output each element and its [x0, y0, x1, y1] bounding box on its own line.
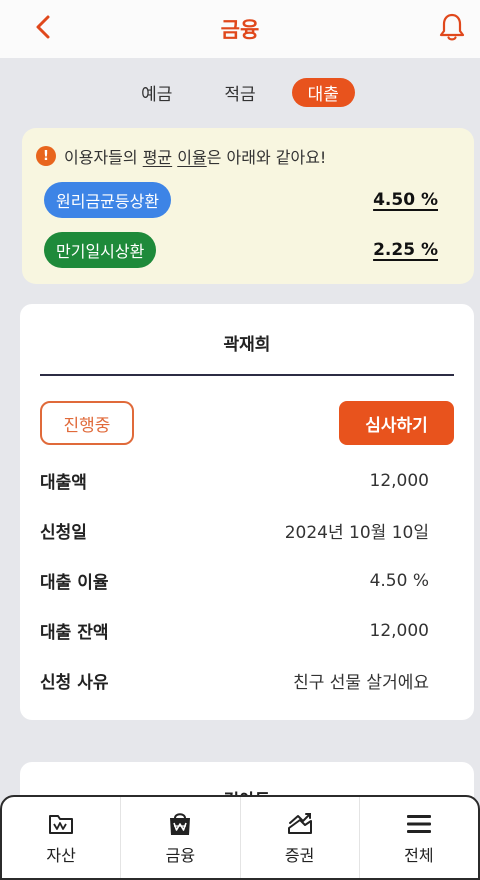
notification-button[interactable]: [436, 10, 468, 44]
detail-row-date: 신청일 2024년 10월 10일: [40, 518, 429, 543]
average-rate-value: 4.50 %: [373, 190, 438, 210]
detail-row-reason: 신청 사유 친구 선물 살거에요: [40, 668, 429, 693]
page-title: 금융: [220, 18, 260, 42]
nav-item-all[interactable]: 전체: [360, 797, 478, 878]
nav-item-assets[interactable]: 자산: [2, 797, 122, 878]
divider: [40, 374, 454, 376]
rate-row-bullet: 만기일시상환 2.25 %: [44, 232, 438, 268]
repayment-type-badge: 원리금균등상환: [44, 182, 172, 218]
detail-value: 친구 선물 살거에요: [293, 673, 429, 693]
detail-label: 신청일: [40, 523, 87, 543]
notice-suffix: 은 아래와 같아요!: [206, 148, 327, 167]
nav-label: 증권: [284, 845, 315, 865]
rate-row-equal-installment: 원리금균등상환 4.50 %: [44, 182, 438, 218]
notice-text: ! 이용자들의 평균 이율은 아래와 같아요!: [36, 144, 326, 168]
back-button[interactable]: [28, 12, 58, 42]
loan-application-card: 곽재희 진행중 심사하기 대출액 12,000 신청일 2024년 10월 10…: [20, 304, 474, 720]
detail-label: 대출 이율: [40, 573, 109, 593]
bell-icon: [439, 13, 465, 41]
nav-item-securities[interactable]: 증권: [241, 797, 360, 878]
status-badge: 진행중: [40, 401, 134, 445]
nav-label: 금융: [165, 845, 196, 865]
detail-row-amount: 대출액 12,000: [40, 468, 429, 494]
notice-highlight-average: 평균: [142, 148, 173, 167]
info-icon: !: [36, 146, 56, 166]
detail-value: 12,000: [369, 620, 429, 641]
menu-icon: [404, 810, 434, 838]
chevron-left-icon: [36, 15, 50, 39]
notice-highlight-rate: 이율: [177, 148, 207, 167]
detail-label: 신청 사유: [40, 673, 109, 693]
detail-label: 대출액: [40, 473, 87, 493]
app-header: 금융: [0, 0, 480, 58]
detail-value: 4.50 %: [369, 570, 429, 591]
nav-label: 전체: [404, 845, 434, 865]
detail-row-rate: 대출 이율 4.50 %: [40, 568, 429, 594]
notice-prefix: 이용자들의: [64, 148, 138, 167]
average-rate-value: 2.25 %: [373, 240, 438, 260]
tab-deposit[interactable]: 예금: [125, 78, 188, 107]
folder-wallet-icon: [46, 810, 76, 838]
tab-savings[interactable]: 적금: [208, 78, 271, 107]
applicant-name: 곽재희: [223, 335, 271, 355]
tab-loan[interactable]: 대출: [291, 78, 355, 107]
detail-value: 2024년 10월 10일: [284, 523, 429, 543]
repayment-type-badge: 만기일시상환: [44, 232, 157, 268]
product-tabs: 예금 적금 대출: [0, 78, 480, 107]
review-button[interactable]: 심사하기: [339, 401, 454, 445]
detail-value: 12,000: [369, 470, 429, 491]
detail-row-balance: 대출 잔액 12,000: [40, 618, 429, 644]
chart-up-icon: [285, 810, 315, 838]
bottom-navigation: 자산 금융 증권 전체: [0, 795, 480, 880]
average-rate-notice: ! 이용자들의 평균 이율은 아래와 같아요! 원리금균등상환 4.50 % 만…: [22, 128, 474, 284]
nav-item-finance[interactable]: 금융: [121, 797, 241, 878]
bag-won-icon: [165, 810, 195, 838]
nav-label: 자산: [46, 845, 76, 865]
detail-label: 대출 잔액: [40, 623, 109, 643]
